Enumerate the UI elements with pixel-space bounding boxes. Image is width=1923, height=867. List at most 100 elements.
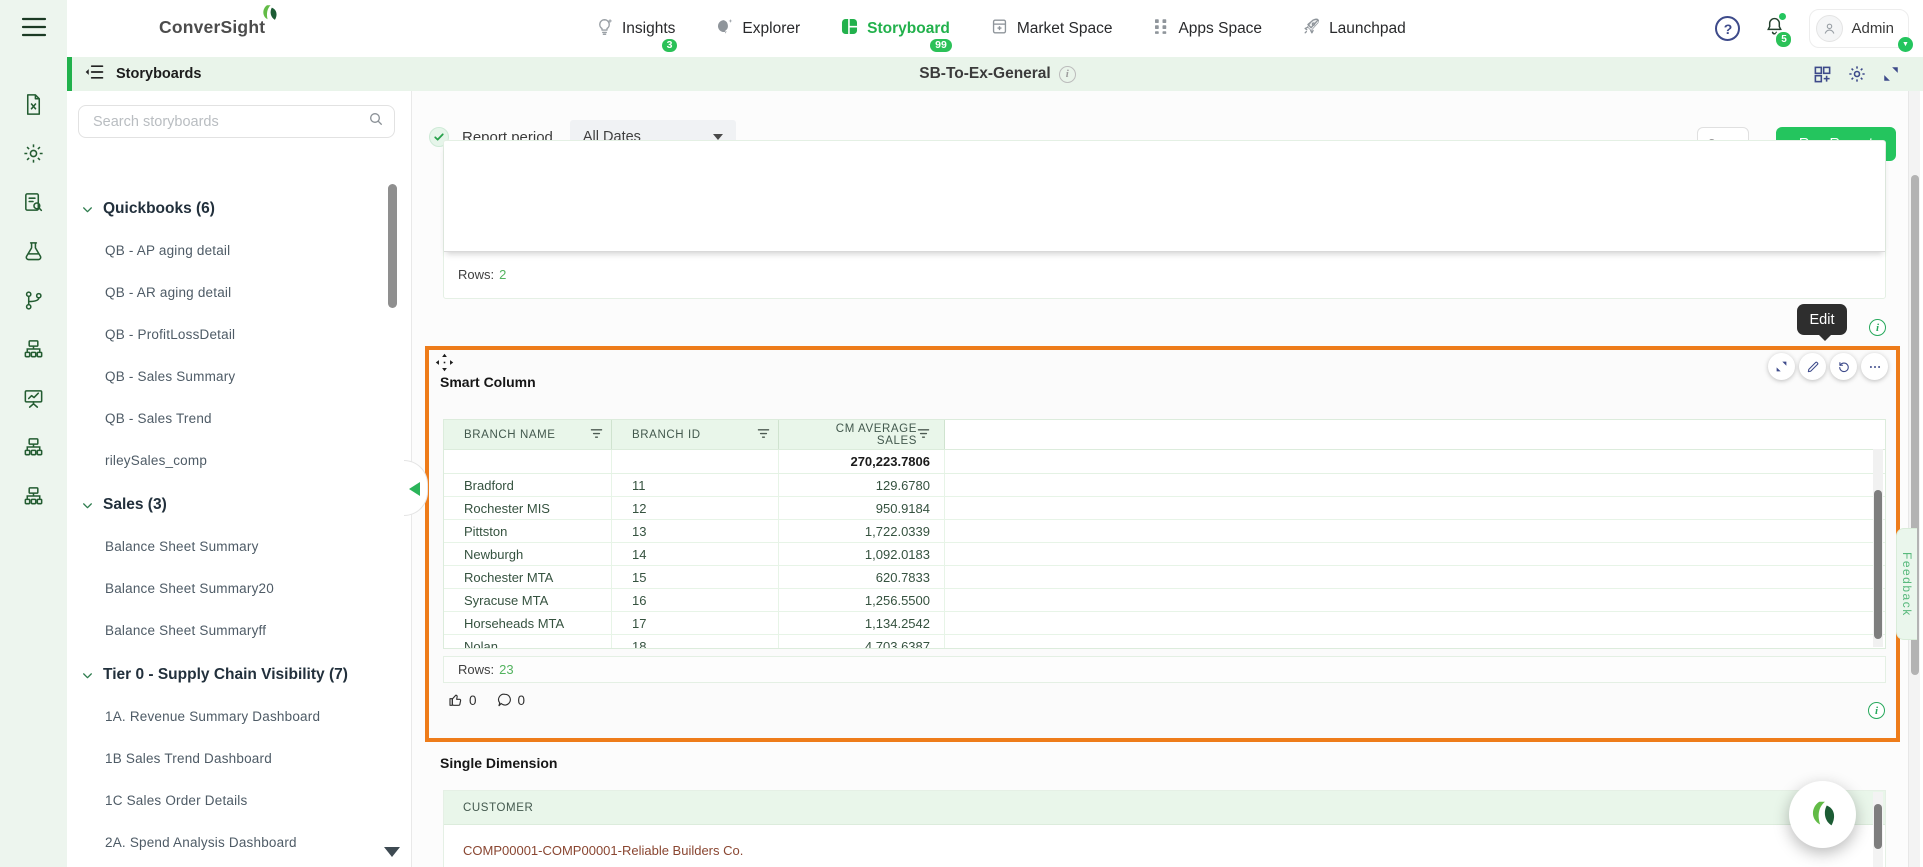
empty-cell [945,612,1885,634]
table-row[interactable]: Newburgh141,092.0183 [444,543,1885,566]
launchpad-rocket-icon [1302,17,1321,41]
table-row[interactable]: Horseheads MTA171,134.2542 [444,612,1885,635]
hamburger-menu-icon[interactable] [21,16,47,43]
column-header-branch-name[interactable]: BRANCH NAME [444,420,612,449]
storyboard-item[interactable]: 2A. Spend Analysis Dashboard [67,821,399,863]
rows-label: Rows: [458,662,494,677]
search-input[interactable] [91,113,368,131]
nav-item-market-space[interactable]: Market Space [990,17,1113,41]
storyboard-item[interactable]: QB - ProfitLossDetail [67,313,399,355]
page-title: SB-To-Ex-General [919,65,1051,83]
sidebar-scrollbar-thumb[interactable] [388,184,397,308]
storyboard-item[interactable]: Balance Sheet Summary20 [67,567,399,609]
storyboard-item[interactable]: Balance Sheet Summaryff [67,609,399,651]
help-icon[interactable]: ? [1715,16,1740,41]
org-chart-2-icon[interactable] [22,436,45,459]
empty-cell [612,450,779,473]
table-row[interactable]: Nolan184,703.6387 [444,635,1885,649]
storyboard-item[interactable]: QB - AR aging detail [67,271,399,313]
top-widget-table-area [444,141,1885,252]
sidebar-scroll-down-arrow[interactable] [384,847,400,857]
table-row[interactable]: Rochester MTA15620.7833 [444,566,1885,589]
insights-badge: 3 [660,37,680,54]
storyboard-item[interactable]: QB - AP aging detail [67,229,399,271]
storyboard-group-header[interactable]: Sales (3) [67,485,399,525]
top-navbar: ConverSight Insights 3 Explorer Storyboa… [67,0,1923,57]
smart-column-widget[interactable]: Smart Column BRANCH NAME BRANCH ID [425,346,1900,742]
window-scrollbar-track[interactable] [1908,91,1920,867]
empty-cell [945,474,1885,496]
table-scrollbar-track[interactable] [1873,792,1883,867]
empty-cell [945,635,1885,649]
filter-icon[interactable] [757,428,770,442]
column-header-branch-id[interactable]: BRANCH ID [612,420,779,449]
storyboard-item[interactable]: QB - Sales Trend [67,397,399,439]
table-scrollbar-thumb[interactable] [1874,804,1882,849]
nav-label: Explorer [742,20,800,38]
nav-item-launchpad[interactable]: Launchpad [1302,17,1406,41]
storyboard-item[interactable]: rileySales_comp [67,439,399,481]
title-info-icon[interactable]: i [1059,66,1076,83]
storyboard-item[interactable]: 1C Sales Order Details [67,779,399,821]
comment-button[interactable]: 0 [497,692,526,708]
table-row[interactable]: Bradford11129.6780 [444,474,1885,497]
filter-icon[interactable] [590,428,603,442]
widget-more-button[interactable] [1861,353,1888,380]
storyboard-item[interactable]: 1B Sales Trend Dashboard [67,737,399,779]
widget-info-icon[interactable]: i [1869,319,1886,336]
table-row[interactable]: Pittston131,722.0339 [444,520,1885,543]
filter-icon[interactable] [917,428,930,442]
board-settings-gear-icon[interactable] [1847,64,1867,84]
comment-count: 0 [518,693,526,708]
nav-item-storyboard[interactable]: Storyboard 99 [840,17,950,41]
settings-gear-icon[interactable] [22,142,45,165]
table-row[interactable]: Syracuse MTA161,256.5500 [444,589,1885,612]
column-header-cm-average-sales[interactable]: CM AVERAGE SALES [779,420,945,449]
customer-row[interactable]: COMP00001-COMP00001-Reliable Builders Co… [463,843,743,858]
nav-item-explorer[interactable]: Explorer [715,17,800,41]
cell-branch-id: 13 [612,520,779,542]
cell-branch-name: Newburgh [444,543,612,565]
navbar-right-cluster: ? 5 Admin ▼ [1715,0,1909,57]
spreadsheet-file-icon[interactable] [22,93,45,116]
conversight-logo[interactable]: ConverSight [159,17,265,38]
cell-cm-average-sales: 950.9184 [779,497,945,519]
org-chart-3-icon[interactable] [22,485,45,508]
branch-table-header: BRANCH NAME BRANCH ID CM AVERAGE SALES [444,420,1885,450]
storyboard-group-header[interactable]: Tier 0 - Supply Chain Visibility (7) [67,655,399,695]
nav-item-apps-space[interactable]: Apps Space [1152,17,1262,40]
table-scrollbar-track[interactable] [1873,449,1883,647]
widget-refresh-button[interactable] [1830,353,1857,380]
widget-actions [1768,353,1888,380]
storyboard-item[interactable]: QB - Sales Summary [67,355,399,397]
branch-table-body: Bradford11129.6780Rochester MIS12950.918… [444,474,1885,649]
like-button[interactable]: 0 [448,692,477,708]
widget-info-icon[interactable]: i [1868,702,1885,719]
cell-branch-id: 11 [612,474,779,496]
table-row[interactable]: Rochester MIS12950.9184 [444,497,1885,520]
nav-label: Apps Space [1178,20,1262,38]
presentation-chart-icon[interactable] [22,387,45,410]
search-icon[interactable] [368,111,384,132]
storyboard-group-header[interactable]: Quickbooks (6) [67,189,399,229]
storyboard-item[interactable]: 1A. Revenue Summary Dashboard [67,695,399,737]
like-count: 0 [469,693,477,708]
storyboard-item[interactable]: Balance Sheet Summary [67,525,399,567]
widget-edit-button[interactable] [1799,353,1826,380]
nav-item-insights[interactable]: Insights 3 [595,17,675,41]
expand-fullscreen-icon[interactable] [1882,65,1900,83]
git-branch-icon[interactable] [22,289,45,312]
assistant-fab[interactable] [1789,781,1856,848]
flask-icon[interactable] [22,240,45,263]
org-chart-icon[interactable] [22,338,45,361]
widget-expand-button[interactable] [1768,353,1795,380]
add-widget-icon[interactable] [1813,65,1832,84]
report-search-icon[interactable] [22,191,45,214]
feedback-tab[interactable]: Feedback [1896,528,1917,640]
table-scrollbar-thumb[interactable] [1874,490,1882,639]
cell-branch-name: Nolan [444,635,612,649]
column-header-customer[interactable]: CUSTOMER [444,791,1885,825]
user-menu[interactable]: Admin ▼ [1809,9,1909,48]
notifications-bell[interactable]: 5 [1764,15,1785,42]
cell-branch-name: Pittston [444,520,612,542]
